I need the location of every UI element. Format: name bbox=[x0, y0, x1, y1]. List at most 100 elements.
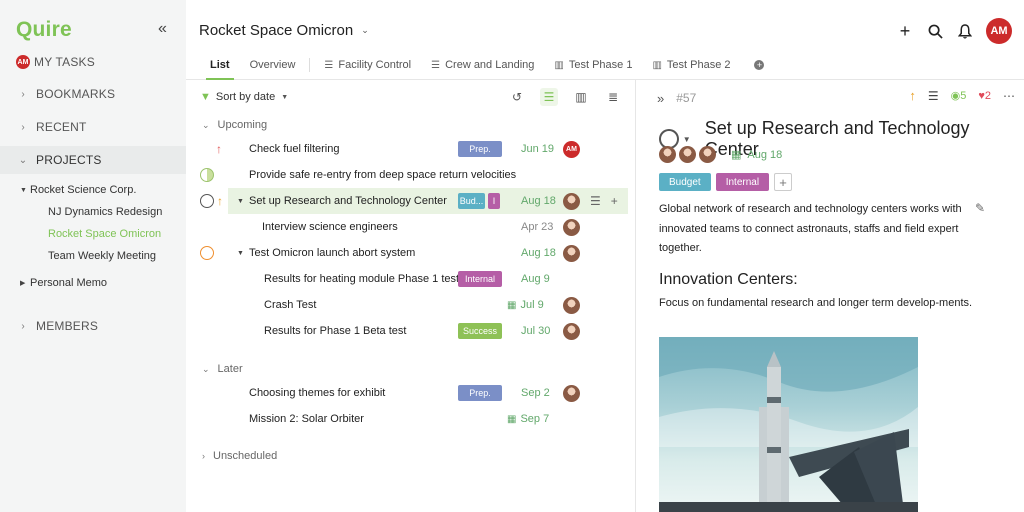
table-row[interactable]: Results for heating module Phase 1 test … bbox=[186, 266, 636, 292]
assignee-avatar[interactable]: AM bbox=[563, 140, 580, 158]
sidebar-project-rocket-science-corp[interactable]: ▼ Rocket Science Corp. bbox=[20, 179, 136, 201]
task-name[interactable]: Crash Test bbox=[264, 299, 316, 311]
due-date[interactable]: Sep 2 bbox=[521, 387, 550, 399]
due-date[interactable]: ▦ Sep 7 bbox=[507, 413, 549, 425]
assignee-avatar[interactable] bbox=[659, 146, 676, 163]
due-date[interactable]: Jul 30 bbox=[521, 325, 550, 337]
due-date[interactable]: Aug 18 bbox=[521, 195, 556, 207]
bell-icon[interactable] bbox=[956, 22, 974, 40]
tag-internal[interactable]: Internal bbox=[715, 173, 770, 191]
sidebar-project-personal-memo[interactable]: ▶ Personal Memo bbox=[20, 272, 107, 294]
assignee-avatar[interactable] bbox=[563, 296, 580, 314]
table-row[interactable]: Interview science engineers Apr 23 bbox=[186, 214, 636, 240]
assignee-avatar[interactable] bbox=[563, 322, 580, 340]
add-subtask-icon[interactable]: + bbox=[611, 194, 618, 208]
table-row[interactable]: Choosing themes for exhibit Prep. Sep 2 bbox=[186, 380, 636, 406]
user-avatar[interactable]: AM bbox=[986, 18, 1012, 44]
tag-prep[interactable]: Prep. bbox=[458, 385, 502, 401]
priority-medium-icon[interactable]: ↑ bbox=[909, 88, 916, 103]
table-row[interactable]: Crash Test ▦ Jul 9 bbox=[186, 292, 636, 318]
sidebar-item-my-tasks[interactable]: AM MY TASKS bbox=[0, 48, 186, 76]
sort-dropdown[interactable]: Sort by date bbox=[216, 91, 275, 103]
task-name[interactable]: Interview science engineers bbox=[262, 221, 398, 233]
assignee-avatar[interactable] bbox=[563, 218, 580, 236]
board-view-icon[interactable]: ▥ bbox=[572, 88, 590, 106]
project-title[interactable]: Rocket Space Omicron ⌄ bbox=[199, 22, 369, 39]
priority-medium-icon[interactable]: ↑ bbox=[217, 194, 223, 208]
undo-icon[interactable]: ↺ bbox=[508, 88, 526, 106]
task-name[interactable]: Provide safe re-entry from deep space re… bbox=[249, 169, 516, 181]
caret-down-icon[interactable]: ▼ bbox=[237, 250, 244, 257]
due-date[interactable]: Jun 19 bbox=[521, 143, 554, 155]
sidebar-item-projects[interactable]: ⌄ PROJECTS bbox=[0, 146, 186, 174]
app-logo[interactable]: Quire bbox=[16, 18, 72, 42]
sidebar-item-members[interactable]: › MEMBERS bbox=[0, 312, 186, 340]
table-row[interactable]: Mission 2: Solar Orbiter ▦ Sep 7 bbox=[186, 406, 636, 432]
followers-count[interactable]: ◉5 bbox=[951, 89, 967, 102]
caret-down-icon[interactable]: ▼ bbox=[237, 198, 244, 205]
sidebar-project-nj-dynamics[interactable]: NJ Dynamics Redesign bbox=[48, 201, 162, 223]
tag-internal[interactable]: I bbox=[488, 193, 500, 209]
progress-circle-icon[interactable] bbox=[200, 168, 214, 182]
assignee-avatar[interactable] bbox=[699, 146, 716, 163]
tag-budget[interactable]: Bud... bbox=[458, 193, 485, 209]
assignee-avatar[interactable] bbox=[563, 384, 580, 402]
tab-overview[interactable]: Overview bbox=[240, 50, 306, 80]
tag-success[interactable]: Success bbox=[458, 323, 502, 339]
sidebar-item-bookmarks[interactable]: › BOOKMARKS bbox=[0, 80, 186, 108]
due-date[interactable]: Apr 23 bbox=[521, 221, 553, 233]
table-row[interactable]: Results for Phase 1 Beta test Success Ju… bbox=[186, 318, 636, 344]
subtask-icon[interactable]: ☰ bbox=[928, 89, 939, 103]
search-icon[interactable] bbox=[926, 22, 944, 40]
task-name[interactable]: Test Omicron launch abort system bbox=[249, 247, 415, 259]
group-later[interactable]: ⌄ Later bbox=[202, 363, 243, 375]
tab-test-phase-1[interactable]: ▥ Test Phase 1 bbox=[544, 50, 642, 80]
task-name[interactable]: Check fuel filtering bbox=[249, 143, 340, 155]
sidebar-project-rocket-space-omicron[interactable]: Rocket Space Omicron bbox=[48, 223, 161, 245]
timeline-view-icon[interactable]: ≣ bbox=[604, 88, 622, 106]
task-name[interactable]: Results for Phase 1 Beta test bbox=[264, 325, 406, 337]
collapse-sidebar-icon[interactable]: « bbox=[158, 20, 167, 38]
add-tag-button[interactable]: + bbox=[774, 173, 793, 191]
due-date[interactable]: ▦ Jul 9 bbox=[507, 299, 544, 311]
task-checkbox[interactable] bbox=[200, 246, 214, 260]
add-tab-icon[interactable]: + bbox=[754, 60, 765, 70]
group-upcoming[interactable]: ⌄ Upcoming bbox=[202, 119, 267, 131]
pencil-icon[interactable]: ✎ bbox=[975, 201, 985, 215]
more-options-icon[interactable]: ⋯ bbox=[1003, 89, 1015, 103]
task-name[interactable]: Results for heating module Phase 1 test bbox=[264, 273, 459, 285]
add-icon[interactable]: + bbox=[896, 21, 914, 41]
tab-test-phase-2[interactable]: ▥ Test Phase 2 bbox=[642, 50, 740, 80]
sidebar-item-recent[interactable]: › RECENT bbox=[0, 113, 186, 141]
assignee-avatar[interactable] bbox=[563, 244, 580, 262]
table-row[interactable]: ↑ Check fuel filtering Prep. Jun 19 AM bbox=[186, 136, 636, 162]
subtask-icon[interactable]: ☰ bbox=[590, 194, 601, 208]
assignee-avatar[interactable] bbox=[563, 192, 580, 210]
filter-icon[interactable]: ▼ bbox=[200, 91, 211, 103]
table-row[interactable]: ▼ Test Omicron launch abort system Aug 1… bbox=[186, 240, 636, 266]
likes-count[interactable]: ♥2 bbox=[978, 90, 991, 102]
tab-facility-control[interactable]: ☰ Facility Control bbox=[314, 50, 421, 80]
due-date[interactable]: Aug 18 bbox=[521, 247, 556, 259]
tag-budget[interactable]: Budget bbox=[659, 173, 711, 191]
group-unscheduled[interactable]: › Unscheduled bbox=[202, 450, 277, 462]
table-row[interactable]: ↑ ▼ Set up Research and Technology Cente… bbox=[186, 188, 636, 214]
tab-crew-and-landing[interactable]: ☰ Crew and Landing bbox=[421, 50, 544, 80]
expand-panel-icon[interactable]: » bbox=[657, 91, 664, 106]
task-name[interactable]: Choosing themes for exhibit bbox=[249, 387, 385, 399]
due-date[interactable]: Aug 18 bbox=[747, 149, 782, 161]
tab-list[interactable]: List bbox=[200, 50, 240, 80]
task-name[interactable]: Set up Research and Technology Center bbox=[249, 195, 447, 207]
task-description[interactable]: Global network of research and technolog… bbox=[659, 200, 969, 259]
priority-high-icon[interactable]: ↑ bbox=[216, 142, 222, 156]
task-checkbox[interactable] bbox=[200, 194, 214, 208]
due-date[interactable]: Aug 9 bbox=[521, 273, 550, 285]
table-row[interactable]: Provide safe re-entry from deep space re… bbox=[186, 162, 636, 188]
caret-down-icon[interactable]: ▼ bbox=[683, 135, 691, 144]
task-name[interactable]: Mission 2: Solar Orbiter bbox=[249, 413, 364, 425]
tag-internal[interactable]: Internal bbox=[458, 271, 502, 287]
sidebar-project-team-weekly[interactable]: Team Weekly Meeting bbox=[48, 245, 156, 267]
list-view-icon[interactable]: ☰ bbox=[540, 88, 558, 106]
assignee-avatar[interactable] bbox=[679, 146, 696, 163]
tag-prep[interactable]: Prep. bbox=[458, 141, 502, 157]
